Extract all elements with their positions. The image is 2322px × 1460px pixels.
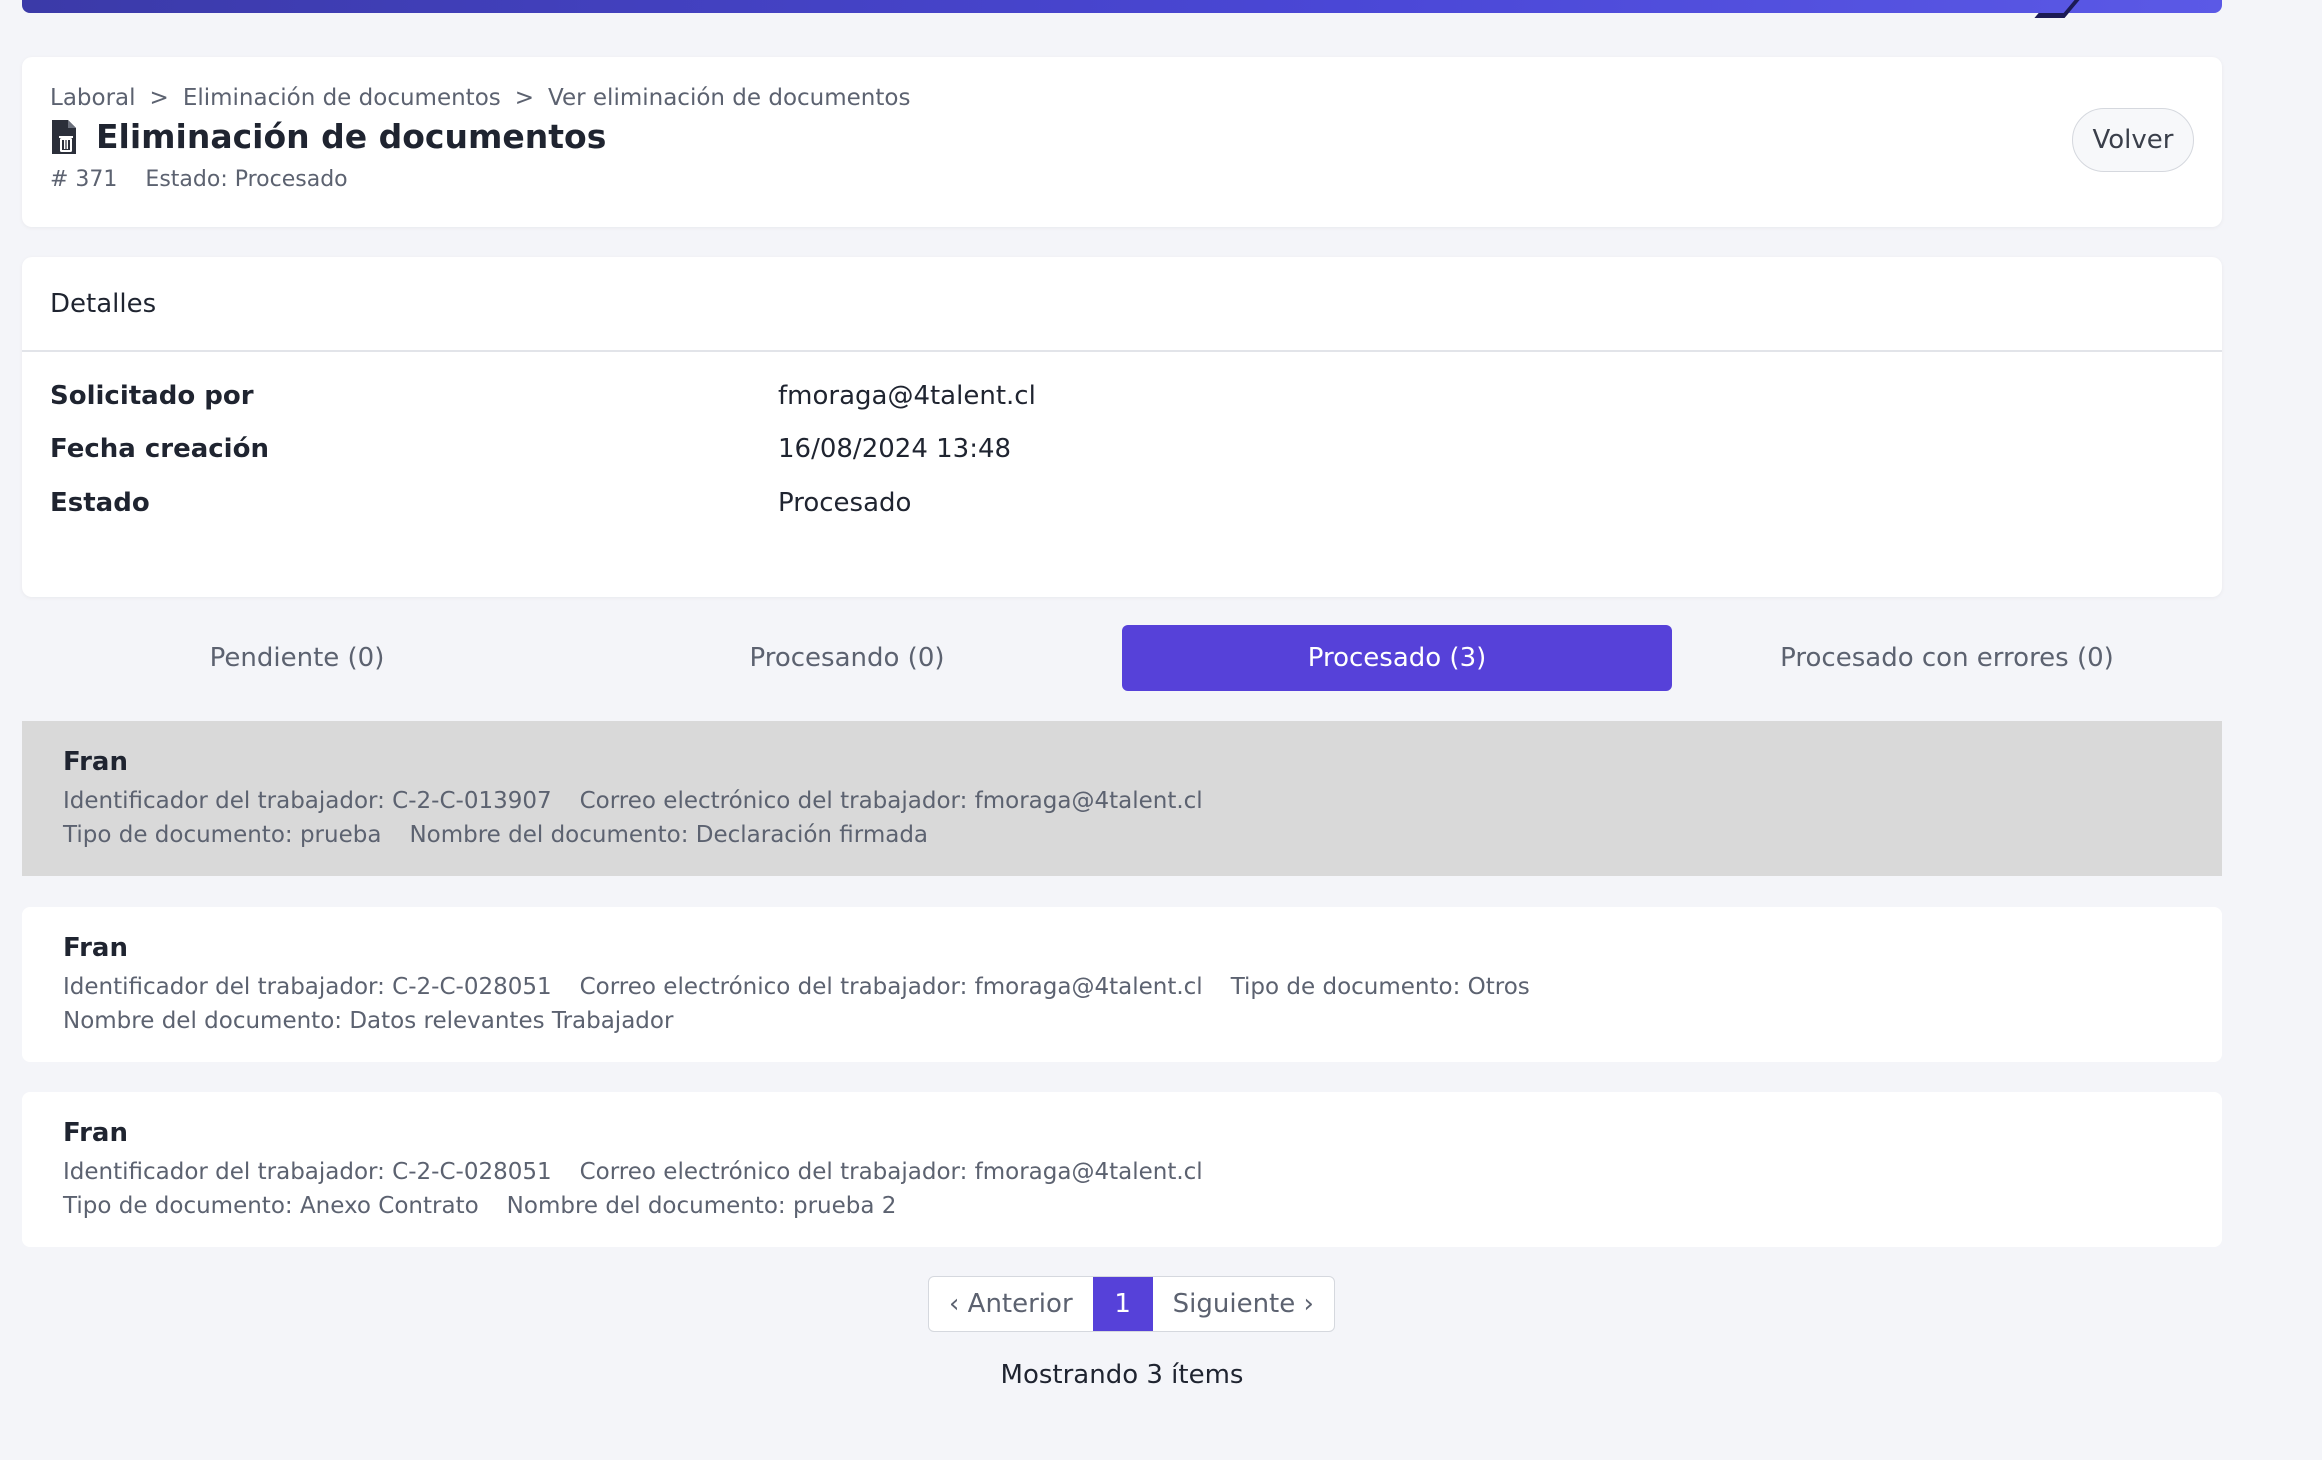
status-text: Estado: Procesado bbox=[145, 167, 348, 192]
worker-email: Correo electrónico del trabajador: fmora… bbox=[579, 788, 1203, 814]
previous-page-button[interactable]: ‹ Anterior bbox=[929, 1277, 1093, 1331]
status-tabs: Pendiente (0) Procesando (0) Procesado (… bbox=[22, 625, 2222, 691]
tab-procesado-con-errores[interactable]: Procesado con errores (0) bbox=[1672, 625, 2222, 691]
worker-name: Fran bbox=[63, 747, 128, 777]
items-summary: Mostrando 3 ítems bbox=[1000, 1360, 1244, 1390]
tab-procesado[interactable]: Procesado (3) bbox=[1122, 625, 1672, 691]
document-type: Tipo de documento: prueba bbox=[63, 822, 382, 848]
worker-id: Identificador del trabajador: C-2-C-0280… bbox=[63, 1159, 552, 1185]
worker-email: Correo electrónico del trabajador: fmora… bbox=[579, 1159, 1203, 1185]
document-type: Tipo de documento: Anexo Contrato bbox=[63, 1193, 479, 1219]
worker-name: Fran bbox=[63, 1118, 128, 1148]
detail-label: Solicitado por bbox=[50, 381, 254, 411]
next-page-button[interactable]: Siguiente › bbox=[1153, 1277, 1334, 1331]
item-line: Tipo de documento: prueba Nombre del doc… bbox=[63, 822, 928, 848]
document-name: Nombre del documento: Datos relevantes T… bbox=[63, 1008, 674, 1034]
item-line: Nombre del documento: Datos relevantes T… bbox=[63, 1008, 673, 1034]
detail-value: Procesado bbox=[778, 488, 912, 518]
item-line: Identificador del trabajador: C-2-C-0139… bbox=[63, 788, 1203, 814]
breadcrumb-item-current: Ver eliminación de documentos bbox=[548, 85, 911, 111]
detail-label: Estado bbox=[50, 488, 150, 518]
top-banner bbox=[22, 0, 2222, 18]
detail-label: Fecha creación bbox=[50, 434, 269, 464]
item-line: Identificador del trabajador: C-2-C-0280… bbox=[63, 974, 1530, 1000]
breadcrumb-item-eliminacion[interactable]: Eliminación de documentos bbox=[183, 85, 501, 111]
detail-value: fmoraga@4talent.cl bbox=[778, 381, 1036, 411]
breadcrumb-separator: > bbox=[149, 85, 169, 111]
list-item[interactable]: Fran Identificador del trabajador: C-2-C… bbox=[22, 721, 2222, 876]
tab-pendiente[interactable]: Pendiente (0) bbox=[22, 625, 572, 691]
item-line: Tipo de documento: Anexo Contrato Nombre… bbox=[63, 1193, 896, 1219]
details-card: Detalles Solicitado por fmoraga@4talent.… bbox=[22, 257, 2222, 597]
page-title: Eliminación de documentos bbox=[96, 117, 607, 156]
request-id: # 371 bbox=[50, 167, 118, 192]
details-heading: Detalles bbox=[22, 257, 2222, 352]
meta-row: # 371 Estado: Procesado bbox=[50, 167, 348, 192]
worker-id: Identificador del trabajador: C-2-C-0280… bbox=[63, 974, 552, 1000]
page-header-card: Laboral > Eliminación de documentos > Ve… bbox=[22, 57, 2222, 227]
document-delete-icon bbox=[50, 118, 78, 156]
tab-procesando[interactable]: Procesando (0) bbox=[572, 625, 1122, 691]
detail-value: 16/08/2024 13:48 bbox=[778, 434, 1012, 464]
breadcrumb-separator: > bbox=[514, 85, 535, 111]
worker-email: Correo electrónico del trabajador: fmora… bbox=[579, 974, 1203, 1000]
breadcrumb-item-laboral[interactable]: Laboral bbox=[50, 85, 136, 111]
list-item[interactable]: Fran Identificador del trabajador: C-2-C… bbox=[22, 1092, 2222, 1247]
banner-decoration-icon bbox=[2034, 0, 2080, 18]
worker-name: Fran bbox=[63, 933, 128, 963]
worker-id: Identificador del trabajador: C-2-C-0139… bbox=[63, 788, 552, 814]
document-type: Tipo de documento: Otros bbox=[1230, 974, 1530, 1000]
document-name: Nombre del documento: Declaración firmad… bbox=[409, 822, 929, 848]
back-button[interactable]: Volver bbox=[2072, 108, 2194, 172]
title-row: Eliminación de documentos bbox=[50, 117, 606, 156]
current-page-button[interactable]: 1 bbox=[1092, 1277, 1153, 1331]
breadcrumb: Laboral > Eliminación de documentos > Ve… bbox=[50, 85, 910, 111]
list-item[interactable]: Fran Identificador del trabajador: C-2-C… bbox=[22, 907, 2222, 1062]
item-line: Identificador del trabajador: C-2-C-0280… bbox=[63, 1159, 1203, 1185]
pagination: ‹ Anterior 1 Siguiente › bbox=[928, 1276, 1335, 1332]
document-name: Nombre del documento: prueba 2 bbox=[506, 1193, 897, 1219]
